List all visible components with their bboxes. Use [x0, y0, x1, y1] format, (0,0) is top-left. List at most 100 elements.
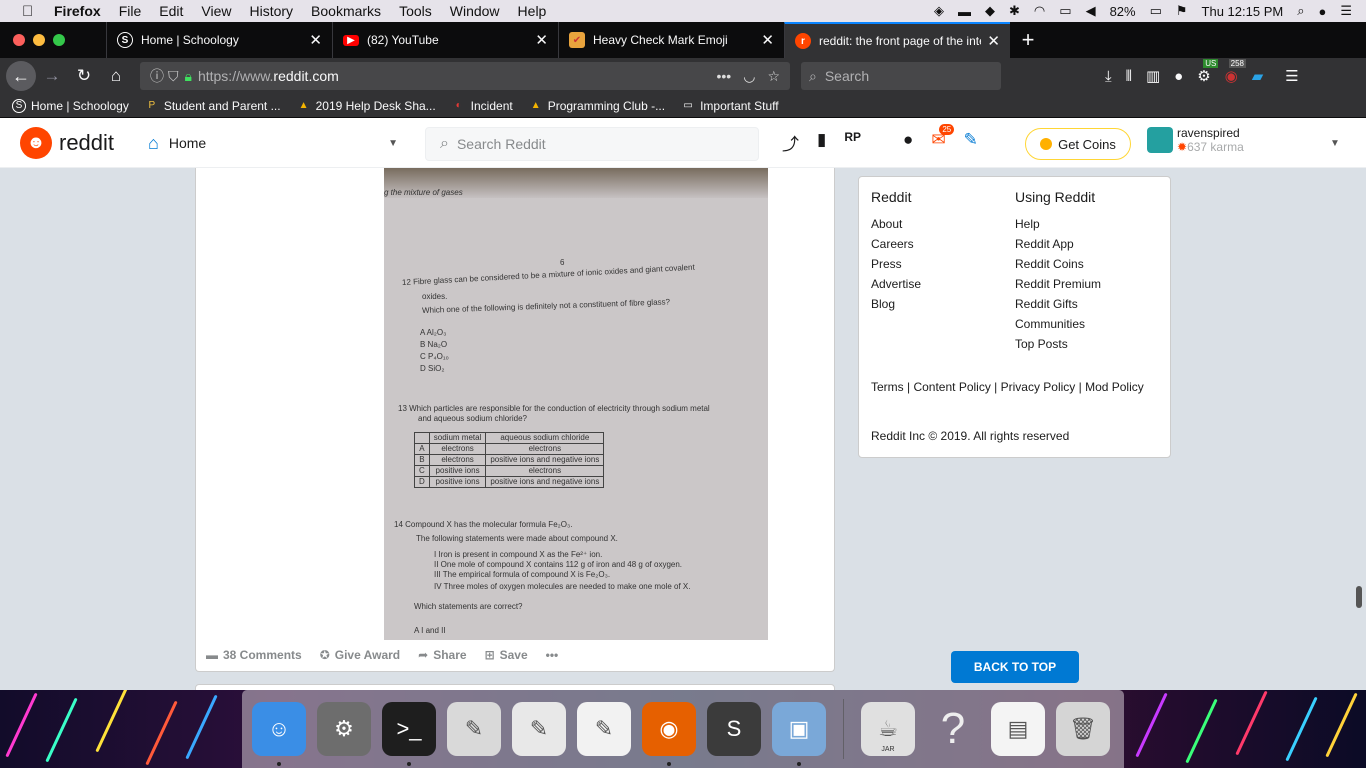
clock[interactable]: Thu 12:15 PM [1202, 4, 1284, 19]
downloads-icon[interactable]: ⤓ [1105, 68, 1112, 85]
scrollbar-thumb[interactable] [1356, 586, 1362, 608]
drive-icon[interactable]: ▬ [958, 4, 971, 19]
screen-icon[interactable]: ▤ [991, 702, 1045, 756]
footer-link-about[interactable]: About [871, 214, 921, 234]
apple-icon[interactable]:  [22, 3, 40, 20]
chevron-down-icon[interactable]: ▼ [1330, 138, 1340, 149]
zoom-window-icon[interactable] [53, 34, 65, 46]
trash-icon[interactable]: 🗑 [1056, 702, 1110, 756]
account-icon[interactable]: ● [1174, 68, 1183, 85]
mail-icon[interactable]: ✉ 25 [931, 124, 955, 155]
reload-button[interactable]: ↻ [68, 66, 100, 86]
back-button[interactable]: ← [6, 61, 36, 91]
close-tab-icon[interactable]: ✕ [535, 31, 548, 49]
sublime-text-icon[interactable]: S [707, 702, 761, 756]
preview-icon[interactable]: ▣ [772, 702, 826, 766]
bookmark-student-parent[interactable]: P Student and Parent ... [145, 99, 281, 113]
tracking-shield-icon[interactable]: ⛉ [168, 68, 179, 85]
save-button[interactable]: ⊞ Save [485, 648, 528, 662]
rpan-icon[interactable]: RP [844, 130, 861, 155]
popular-trending-icon[interactable]: ⤴ [782, 130, 799, 155]
footer-link-premium[interactable]: Reddit Premium [1015, 274, 1101, 294]
give-award-button[interactable]: ✪ Give Award [320, 648, 400, 662]
search-bar[interactable]: ⌕ Search [801, 62, 1001, 90]
airplay-icon[interactable]: ▭ [1059, 3, 1071, 19]
menu-tools[interactable]: Tools [399, 3, 432, 19]
bluetooth-icon[interactable]: ✱ [1009, 3, 1020, 19]
sidebar-icon[interactable]: ▥ [1146, 67, 1160, 85]
create-post-icon[interactable]: ✎ [964, 130, 978, 155]
battery-icon[interactable]: ▭ [1150, 3, 1162, 19]
forward-button[interactable]: → [36, 66, 68, 86]
comments-button[interactable]: ▬ 38 Comments [206, 648, 302, 662]
menu-bookmarks[interactable]: Bookmarks [311, 3, 381, 19]
home-button[interactable]: ⌂ [100, 66, 132, 86]
system-preferences-icon[interactable]: ⚙ [317, 702, 371, 756]
bookmark-schoology[interactable]: S Home | Schoology [12, 98, 129, 113]
page-actions-icon[interactable]: ••• [717, 68, 732, 85]
notification-center-icon[interactable]: ☰ [1340, 3, 1352, 19]
user-dropdown[interactable]: ravenspired ✹637 karma [1147, 126, 1244, 154]
all-stats-icon[interactable]: ▮ [817, 130, 826, 155]
wifi-icon[interactable]: ◠ [1034, 3, 1045, 19]
help-icon[interactable]: ? [926, 702, 980, 756]
finder-icon[interactable]: ☺ [252, 702, 306, 766]
reddit-logo[interactable]: ☻ reddit [20, 126, 114, 159]
back-to-top-button[interactable]: BACK TO TOP [951, 651, 1079, 683]
bookmark-help-desk[interactable]: ▲ 2019 Help Desk Sha... [297, 99, 436, 113]
post-image[interactable]: g the mixture of gases 6 12 Fibre glass … [384, 168, 768, 640]
footer-link-careers[interactable]: Careers [871, 234, 921, 254]
footer-link-gifts[interactable]: Reddit Gifts [1015, 294, 1101, 314]
menu-file[interactable]: File [119, 3, 142, 19]
url-text[interactable]: https://www.reddit.com [198, 68, 339, 84]
menu-history[interactable]: History [249, 3, 293, 19]
lock-icon[interactable]: 🔒︎ [185, 68, 192, 85]
menu-window[interactable]: Window [450, 3, 500, 19]
post-card[interactable]: g the mixture of gases 6 12 Fibre glass … [195, 168, 835, 672]
siri-icon[interactable]: ● [1318, 4, 1326, 19]
dropbox-icon[interactable]: ◈ [934, 3, 944, 19]
close-tab-icon[interactable]: ✕ [987, 32, 1000, 50]
menu-view[interactable]: View [201, 3, 231, 19]
share-button[interactable]: ➦ Share [418, 648, 466, 662]
tab-schoology[interactable]: S Home | Schoology ✕ [106, 22, 332, 58]
reddit-search-input[interactable]: ⌕ Search Reddit [425, 127, 759, 161]
legal-links[interactable]: Terms | Content Policy | Privacy Policy … [871, 377, 1161, 397]
pocket-icon[interactable]: ◡ [743, 68, 755, 85]
script-editor-icon[interactable]: ✎ [447, 702, 501, 756]
textedit-icon[interactable]: ✎ [512, 702, 566, 756]
footer-link-press[interactable]: Press [871, 254, 921, 274]
footer-link-help[interactable]: Help [1015, 214, 1101, 234]
footer-link-app[interactable]: Reddit App [1015, 234, 1101, 254]
new-tab-button[interactable]: + [1010, 22, 1046, 58]
home-dropdown[interactable]: ⌂ Home ▼ [148, 127, 398, 159]
jar-launcher-icon[interactable]: ☕ JAR [861, 702, 915, 756]
footer-link-top-posts[interactable]: Top Posts [1015, 334, 1101, 354]
library-icon[interactable]: ⫴ [1126, 68, 1132, 85]
info-icon[interactable]: ⓘ [150, 66, 164, 86]
close-window-icon[interactable] [13, 34, 25, 46]
menu-help[interactable]: Help [518, 3, 547, 19]
close-tab-icon[interactable]: ✕ [761, 31, 774, 49]
tab-emoji[interactable]: ✔ Heavy Check Mark Emoji ✕ [558, 22, 784, 58]
volume-icon[interactable]: ◀ [1086, 3, 1096, 19]
terminal-icon[interactable]: >_ [382, 702, 436, 766]
notes-icon[interactable]: ✎ [577, 702, 631, 756]
firefox-icon[interactable]: ◉ [642, 702, 696, 766]
menu-hamburger-icon[interactable]: ☰ [1285, 67, 1298, 85]
bookmark-star-icon[interactable]: ☆ [767, 68, 780, 85]
menu-app-name[interactable]: Firefox [54, 3, 101, 19]
bookmark-incident[interactable]: ◐ Incident [452, 99, 513, 113]
spotlight-icon[interactable]: ⌕ [1297, 3, 1304, 19]
tab-reddit[interactable]: r reddit: the front page of the inte ✕ [784, 22, 1010, 58]
footer-link-communities[interactable]: Communities [1015, 314, 1101, 334]
extension-count-icon[interactable]: ◉ 258 [1225, 59, 1247, 85]
menu-edit[interactable]: Edit [159, 3, 183, 19]
url-bar[interactable]: ⓘ ⛉ 🔒︎ https://www.reddit.com ••• ◡ ☆ [140, 62, 790, 90]
extension-blue-icon[interactable]: ▰ [1252, 67, 1264, 85]
footer-link-coins[interactable]: Reddit Coins [1015, 254, 1101, 274]
extension-us-icon[interactable]: ⚙ US [1197, 59, 1219, 85]
footer-link-blog[interactable]: Blog [871, 294, 921, 314]
battery-percent[interactable]: 82% [1110, 4, 1136, 19]
footer-link-advertise[interactable]: Advertise [871, 274, 921, 294]
